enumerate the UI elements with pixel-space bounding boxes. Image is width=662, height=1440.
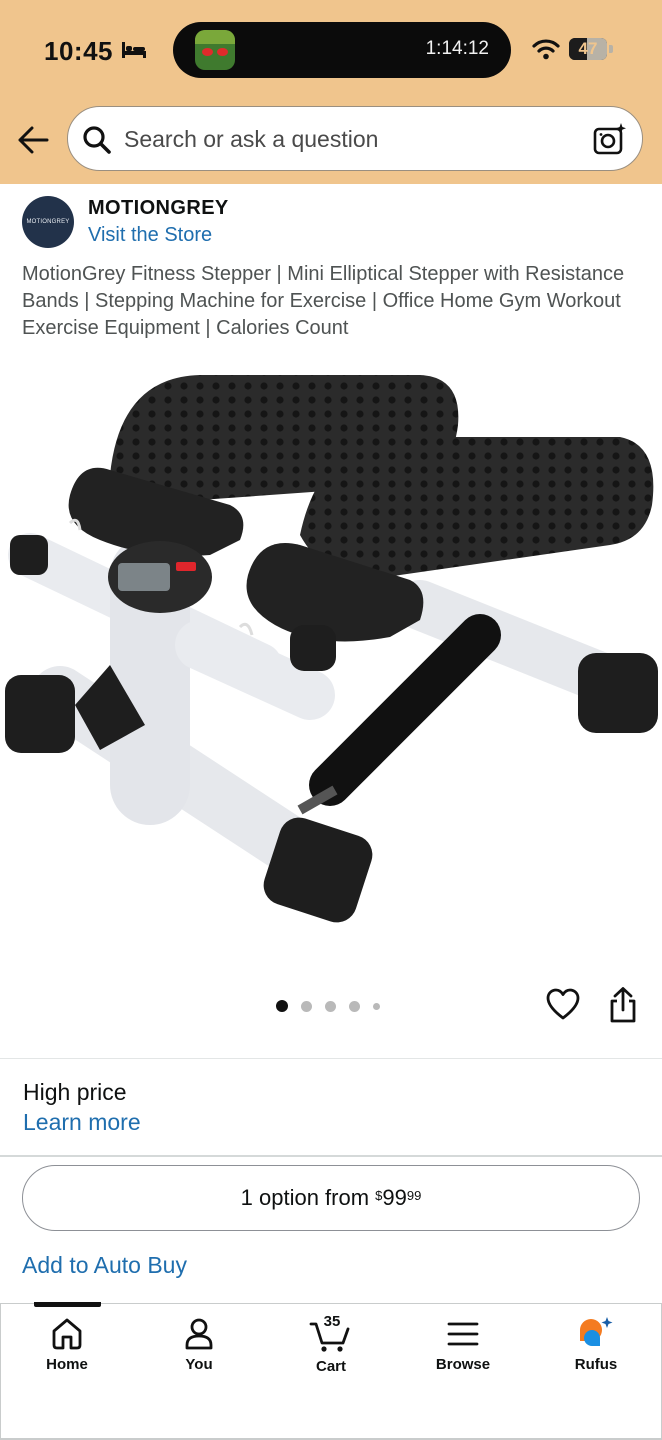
cart-count-badge: 35 bbox=[323, 1313, 341, 1330]
image-dot-1[interactable] bbox=[276, 1000, 288, 1012]
home-icon bbox=[52, 1318, 82, 1350]
product-title: MotionGrey Fitness Stepper | Mini Ellipt… bbox=[22, 263, 625, 339]
see-options-button[interactable]: 1 option from $99 99 bbox=[22, 1165, 640, 1231]
live-activity-timer: 1:14:12 bbox=[425, 38, 489, 59]
nav-cart[interactable]: 35 Cart bbox=[281, 1313, 381, 1386]
price-cents: 99 bbox=[406, 1187, 422, 1203]
bottom-nav-bar: Home You 35 Cart Browse Rufus bbox=[0, 1302, 662, 1440]
app-header: 10:45 1:14:12 47 bbox=[0, 0, 662, 184]
image-pagination-dots[interactable] bbox=[276, 999, 380, 1013]
price-dollars: 99 bbox=[382, 1185, 407, 1210]
nav-browse-label: Browse bbox=[435, 1356, 491, 1373]
store-name: MOTIONGREY bbox=[88, 197, 229, 219]
visit-store-link[interactable]: Visit the Store bbox=[88, 224, 212, 247]
back-arrow-icon[interactable] bbox=[16, 124, 50, 156]
battery-nub bbox=[609, 45, 613, 53]
image-dot-3[interactable] bbox=[325, 1000, 336, 1012]
live-activity-app-icon bbox=[195, 30, 235, 70]
nav-you-label: You bbox=[185, 1356, 213, 1373]
dynamic-island[interactable]: 1:14:12 bbox=[173, 22, 511, 78]
wishlist-heart-icon[interactable] bbox=[545, 988, 581, 1022]
nav-rufus-label: Rufus bbox=[574, 1356, 618, 1373]
divider bbox=[0, 1155, 662, 1157]
nav-home[interactable]: Home bbox=[17, 1316, 117, 1386]
price-currency: $ bbox=[375, 1187, 383, 1203]
search-bar[interactable] bbox=[67, 106, 643, 171]
nav-browse[interactable]: Browse bbox=[413, 1316, 513, 1386]
active-tab-indicator bbox=[34, 1302, 101, 1307]
image-dot-5[interactable] bbox=[373, 1002, 380, 1010]
search-input[interactable] bbox=[124, 124, 564, 154]
share-icon[interactable] bbox=[606, 986, 640, 1024]
battery-indicator: 47 bbox=[569, 38, 607, 60]
person-icon bbox=[185, 1318, 213, 1350]
store-logo[interactable]: MOTIONGREY bbox=[22, 196, 74, 248]
battery-level: 47 bbox=[578, 39, 598, 58]
image-dot-4[interactable] bbox=[349, 1000, 360, 1012]
search-icon bbox=[83, 126, 111, 154]
wifi-icon bbox=[532, 39, 560, 60]
camera-search-icon[interactable] bbox=[592, 121, 628, 157]
bed-icon bbox=[122, 42, 146, 58]
image-dot-2[interactable] bbox=[301, 1000, 312, 1012]
menu-icon bbox=[447, 1322, 479, 1346]
product-image[interactable] bbox=[0, 365, 662, 945]
status-time: 10:45 bbox=[44, 36, 113, 66]
nav-home-label: Home bbox=[46, 1356, 88, 1373]
nav-cart-label: Cart bbox=[315, 1358, 346, 1375]
nav-you[interactable]: You bbox=[149, 1316, 249, 1386]
rufus-icon bbox=[580, 1317, 613, 1346]
price-indicator-label: High price bbox=[23, 1079, 127, 1105]
learn-more-link[interactable]: Learn more bbox=[23, 1109, 141, 1136]
divider bbox=[0, 1058, 662, 1059]
add-to-auto-buy-link[interactable]: Add to Auto Buy bbox=[22, 1252, 187, 1279]
option-text: 1 option from bbox=[240, 1185, 376, 1210]
nav-rufus[interactable]: Rufus bbox=[546, 1316, 646, 1386]
